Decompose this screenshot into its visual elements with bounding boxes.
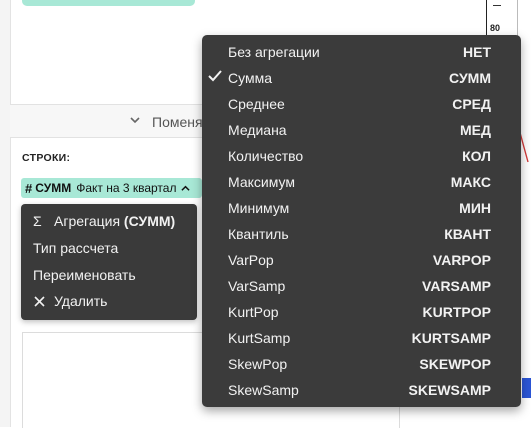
sigma-icon: Σ <box>33 213 42 229</box>
chip-measure-name: Факт на 3 квартал <box>76 181 177 195</box>
aggregation-option[interactable]: VarPop VARPOP <box>202 247 521 273</box>
aggregation-option[interactable]: Количество КОЛ <box>202 143 521 169</box>
menu-item-label: Агрегация <box>54 213 121 229</box>
close-icon <box>34 296 45 307</box>
aggregation-option-code: VARPOP <box>432 252 491 268</box>
chevron-up-icon[interactable] <box>181 184 191 193</box>
aggregation-option-code: VARSAMP <box>422 278 491 294</box>
aggregation-option[interactable]: KurtPop KURTPOP <box>202 299 521 325</box>
menu-item-label: Тип рассчета <box>33 240 119 256</box>
measure-context-menu: Σ Агрегация (СУММ) Тип рассчета Переимен… <box>21 204 197 320</box>
aggregation-option-name: SkewPop <box>228 356 288 372</box>
aggregation-option-code: СРЕД <box>452 96 491 112</box>
aggregation-option[interactable]: Квантиль КВАНТ <box>202 221 521 247</box>
chevron-down-icon <box>130 117 140 124</box>
rows-section-label: СТРОКИ: <box>22 152 71 164</box>
checkmark-icon <box>208 70 222 82</box>
aggregation-option-name: Медиана <box>228 122 287 138</box>
aggregation-option[interactable]: Медиана МЕД <box>202 117 521 143</box>
aggregation-option-name: SkewSamp <box>228 382 299 398</box>
aggregation-option[interactable]: Без агрегации НЕТ <box>202 39 521 65</box>
menu-item-label: Переименовать <box>33 267 136 283</box>
aggregation-option-name: Сумма <box>228 70 272 86</box>
aggregation-option-name: KurtSamp <box>228 330 291 346</box>
aggregation-option-name: VarPop <box>228 252 274 268</box>
axis-tick-label: 80 <box>490 23 501 33</box>
aggregation-option-name: VarSamp <box>228 278 286 294</box>
aggregation-option-code: СУММ <box>449 70 491 86</box>
aggregation-option-code: KURTPOP <box>422 304 491 320</box>
aggregation-option-code: МАКС <box>450 174 491 190</box>
aggregation-option[interactable]: SkewPop SKEWPOP <box>202 351 521 377</box>
aggregation-option-code: KURTSAMP <box>411 330 491 346</box>
menu-item-label: Удалить <box>54 293 108 309</box>
hash-icon: # <box>25 180 33 196</box>
menu-item-rename[interactable]: Переименовать <box>21 262 197 288</box>
menu-item-suffix: (СУММ) <box>123 213 176 229</box>
aggregation-option[interactable]: Минимум МИН <box>202 195 521 221</box>
aggregation-option[interactable]: Максимум МАКС <box>202 169 521 195</box>
aggregation-option-name: Максимум <box>228 174 295 190</box>
aggregation-option[interactable]: SkewSamp SKEWSAMP <box>202 377 521 403</box>
menu-item-delete[interactable]: Удалить <box>21 288 197 314</box>
measure-chip-partial[interactable] <box>22 0 195 6</box>
aggregation-option-name: Квантиль <box>228 226 289 242</box>
aggregation-menu: Без агрегации НЕТ Сумма СУММ Среднее СРЕД Меди… <box>202 35 521 407</box>
aggregation-option-code: НЕТ <box>463 44 491 60</box>
aggregation-option-code: SKEWPOP <box>419 356 491 372</box>
aggregation-option-code: КВАНТ <box>444 226 491 242</box>
aggregation-option-name: Минимум <box>228 200 290 216</box>
aggregation-option-code: SKEWSAMP <box>408 382 491 398</box>
chart-accent-block <box>522 378 531 398</box>
aggregation-option[interactable]: KurtSamp KURTSAMP <box>202 325 521 351</box>
measure-chip[interactable]: # СУММ Факт на 3 квартал <box>21 178 202 198</box>
aggregation-option-name: Количество <box>228 148 304 164</box>
aggregation-option-code: МИН <box>459 200 491 216</box>
chip-aggregation: СУММ <box>35 181 72 195</box>
axis-tick <box>493 5 501 6</box>
aggregation-option-name: Среднее <box>228 96 285 112</box>
aggregation-option[interactable]: Сумма СУММ <box>202 65 521 91</box>
menu-item-aggregation[interactable]: Σ Агрегация (СУММ) <box>21 208 197 234</box>
menu-item-calc-type[interactable]: Тип рассчета <box>21 235 197 261</box>
aggregation-option[interactable]: VarSamp VARSAMP <box>202 273 521 299</box>
aggregation-option-code: МЕД <box>460 122 491 138</box>
apply-label: Поменят <box>152 114 209 130</box>
aggregation-option-name: KurtPop <box>228 304 279 320</box>
aggregation-option-code: КОЛ <box>462 148 491 164</box>
aggregation-option-name: Без агрегации <box>228 44 320 60</box>
aggregation-option[interactable]: Среднее СРЕД <box>202 91 521 117</box>
